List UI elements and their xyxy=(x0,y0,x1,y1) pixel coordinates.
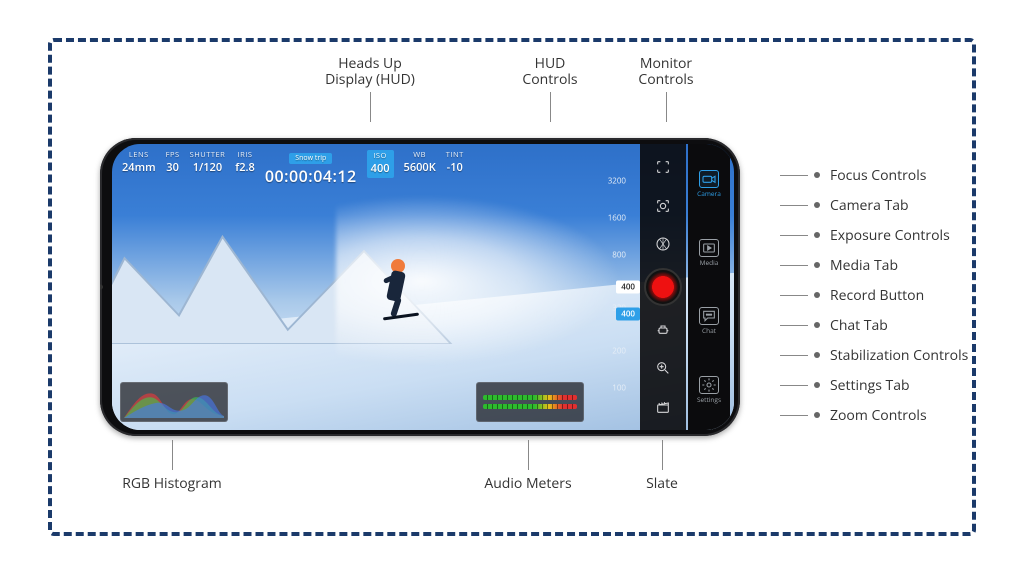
callout-chat-tab: Chat Tab xyxy=(780,310,968,340)
iso-current-marker[interactable]: 400 xyxy=(616,281,640,294)
hud-tint[interactable]: TINT -10 xyxy=(446,150,464,175)
callout-hud-controls: HUDControls xyxy=(500,56,600,122)
callout-monitor-controls: MonitorControls xyxy=(616,56,716,122)
tabs-column: Camera Media Chat Settings xyxy=(688,144,730,430)
iso-tick-1600: 1600 xyxy=(608,212,626,223)
iso-scale[interactable]: 3200 1600 800 400 320 400 200 100 xyxy=(602,154,636,420)
hud-shutter[interactable]: SHUTTER 1/120 xyxy=(190,150,226,175)
rgb-histogram[interactable] xyxy=(120,382,228,422)
callout-audio-meters: Audio Meters xyxy=(468,440,588,493)
hud-iso[interactable]: ISO 400 xyxy=(367,150,394,178)
hud-clip-chip: Snow trip xyxy=(289,153,332,164)
audio-meters[interactable] xyxy=(476,382,584,422)
tab-settings[interactable]: Settings xyxy=(691,376,727,404)
monitor-controls-column xyxy=(640,144,686,430)
hud-timecode[interactable]: Snow trip 00:00:04:12 xyxy=(265,150,357,187)
callout-exposure-controls: Exposure Controls xyxy=(780,220,968,250)
callout-stabilization-controls: Stabilization Controls xyxy=(780,340,968,370)
callout-rgb-histogram: RGB Histogram xyxy=(112,440,232,493)
iso-selected-chip[interactable]: 400 xyxy=(616,307,640,320)
chat-icon xyxy=(699,307,719,325)
iso-tick-800: 800 xyxy=(612,250,626,261)
iso-tick-100: 100 xyxy=(612,383,626,394)
slate-button[interactable] xyxy=(648,392,678,422)
right-callout-list: Focus Controls Camera Tab Exposure Contr… xyxy=(780,160,968,430)
hud-wb[interactable]: WB 5600K xyxy=(404,150,436,175)
record-button[interactable] xyxy=(644,268,682,306)
hud-lens[interactable]: LENS 24mm xyxy=(122,150,156,175)
hud-strip: LENS 24mm FPS 30 SHUTTER 1/120 IRIS f2.8… xyxy=(118,148,594,189)
callout-record-button: Record Button xyxy=(780,280,968,310)
iso-tick-200: 200 xyxy=(612,345,626,356)
camera-viewport: LENS 24mm FPS 30 SHUTTER 1/120 IRIS f2.8… xyxy=(112,144,734,430)
hud-iris[interactable]: IRIS f2.8 xyxy=(235,150,255,175)
tab-camera-label: Camera xyxy=(697,189,721,198)
callout-settings-tab: Settings Tab xyxy=(780,370,968,400)
tab-camera[interactable]: Camera xyxy=(691,170,727,198)
tab-chat[interactable]: Chat xyxy=(691,307,727,335)
scene-skier xyxy=(373,253,421,323)
callout-monitor-controls-label: MonitorControls xyxy=(638,54,693,89)
camera-icon xyxy=(699,170,719,188)
tab-chat-label: Chat xyxy=(702,326,716,335)
media-icon xyxy=(699,239,719,257)
callout-camera-tab: Camera Tab xyxy=(780,190,968,220)
hud-fps[interactable]: FPS 30 xyxy=(166,150,180,175)
focus-controls-button[interactable] xyxy=(648,152,678,182)
callout-slate: Slate xyxy=(632,440,692,493)
zoom-controls-button[interactable] xyxy=(648,353,678,383)
iso-tick-3200: 3200 xyxy=(608,175,626,186)
callout-hud: Heads UpDisplay (HUD) xyxy=(300,56,440,122)
tab-media-label: Media xyxy=(700,258,719,267)
exposure-controls-button[interactable] xyxy=(648,229,678,259)
stabilization-controls-button[interactable] xyxy=(648,315,678,345)
audio-ch1 xyxy=(483,395,577,400)
callout-focus-controls: Focus Controls xyxy=(780,160,968,190)
tab-media[interactable]: Media xyxy=(691,239,727,267)
phone-frame: LENS 24mm FPS 30 SHUTTER 1/120 IRIS f2.8… xyxy=(100,138,740,436)
callout-media-tab: Media Tab xyxy=(780,250,968,280)
gear-icon xyxy=(699,376,719,394)
audio-ch2 xyxy=(483,404,577,409)
autofocus-button[interactable] xyxy=(648,191,678,221)
callout-zoom-controls: Zoom Controls xyxy=(780,400,968,430)
callout-hud-label: Heads UpDisplay (HUD) xyxy=(325,54,415,89)
tab-settings-label: Settings xyxy=(697,395,721,404)
callout-hud-controls-label: HUDControls xyxy=(522,54,577,89)
